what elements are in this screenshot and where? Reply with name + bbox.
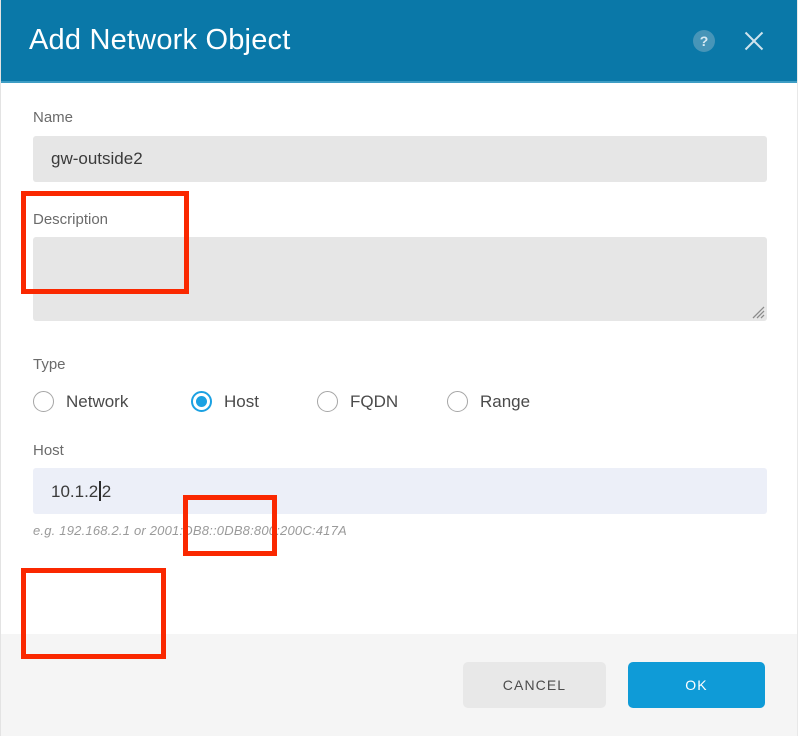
radio-circle-selected-icon	[191, 391, 212, 412]
ok-button[interactable]: OK	[628, 662, 765, 708]
description-label: Description	[33, 210, 109, 228]
cancel-button[interactable]: CANCEL	[463, 662, 606, 708]
type-label: Type	[33, 356, 66, 373]
host-input[interactable]: 10.1.2 2	[33, 468, 767, 514]
page-title: Add Network Object	[29, 24, 291, 56]
type-radio-group: Network Host FQDN Range	[33, 383, 765, 421]
radio-option-network[interactable]: Network	[33, 383, 178, 421]
description-textarea-wrap	[33, 237, 767, 321]
name-field-group: Name	[33, 109, 767, 182]
type-field-group: Type Network Host FQDN Range	[33, 356, 765, 421]
radio-label-host: Host	[224, 391, 259, 411]
radio-option-fqdn[interactable]: FQDN	[317, 383, 447, 421]
host-hint-text: e.g. 192.168.2.1 or 2001:DB8::0DB8:800:2…	[33, 523, 347, 538]
radio-circle-icon	[317, 391, 338, 412]
close-icon[interactable]	[741, 28, 767, 54]
add-network-object-dialog: Add Network Object ? Name Description Ty…	[0, 0, 798, 736]
text-caret	[99, 481, 101, 501]
description-field-group: Description	[33, 210, 767, 321]
titlebar-actions: ?	[693, 28, 775, 54]
host-field-group: Host 10.1.2 2 e.g. 192.168.2.1 or 2001:DB…	[33, 441, 767, 538]
name-input[interactable]	[33, 135, 767, 182]
name-label: Name	[33, 109, 74, 126]
dialog-footer: CANCEL OK	[1, 634, 797, 736]
description-textarea[interactable]	[33, 237, 767, 321]
dialog-titlebar: Add Network Object ?	[1, 0, 797, 83]
host-label: Host	[33, 441, 64, 459]
dialog-body: Name Description Type Network	[1, 83, 797, 659]
radio-option-range[interactable]: Range	[447, 383, 577, 421]
host-value-after-caret: 2	[101, 481, 112, 501]
help-circle-icon[interactable]: ?	[693, 29, 715, 52]
radio-label-range: Range	[480, 391, 531, 411]
radio-label-network: Network	[66, 391, 129, 411]
radio-option-host[interactable]: Host	[178, 383, 317, 421]
radio-circle-icon	[447, 391, 468, 412]
radio-label-fqdn: FQDN	[350, 391, 399, 411]
host-value-before-caret: 10.1.2	[51, 481, 99, 501]
radio-circle-icon	[33, 391, 54, 412]
